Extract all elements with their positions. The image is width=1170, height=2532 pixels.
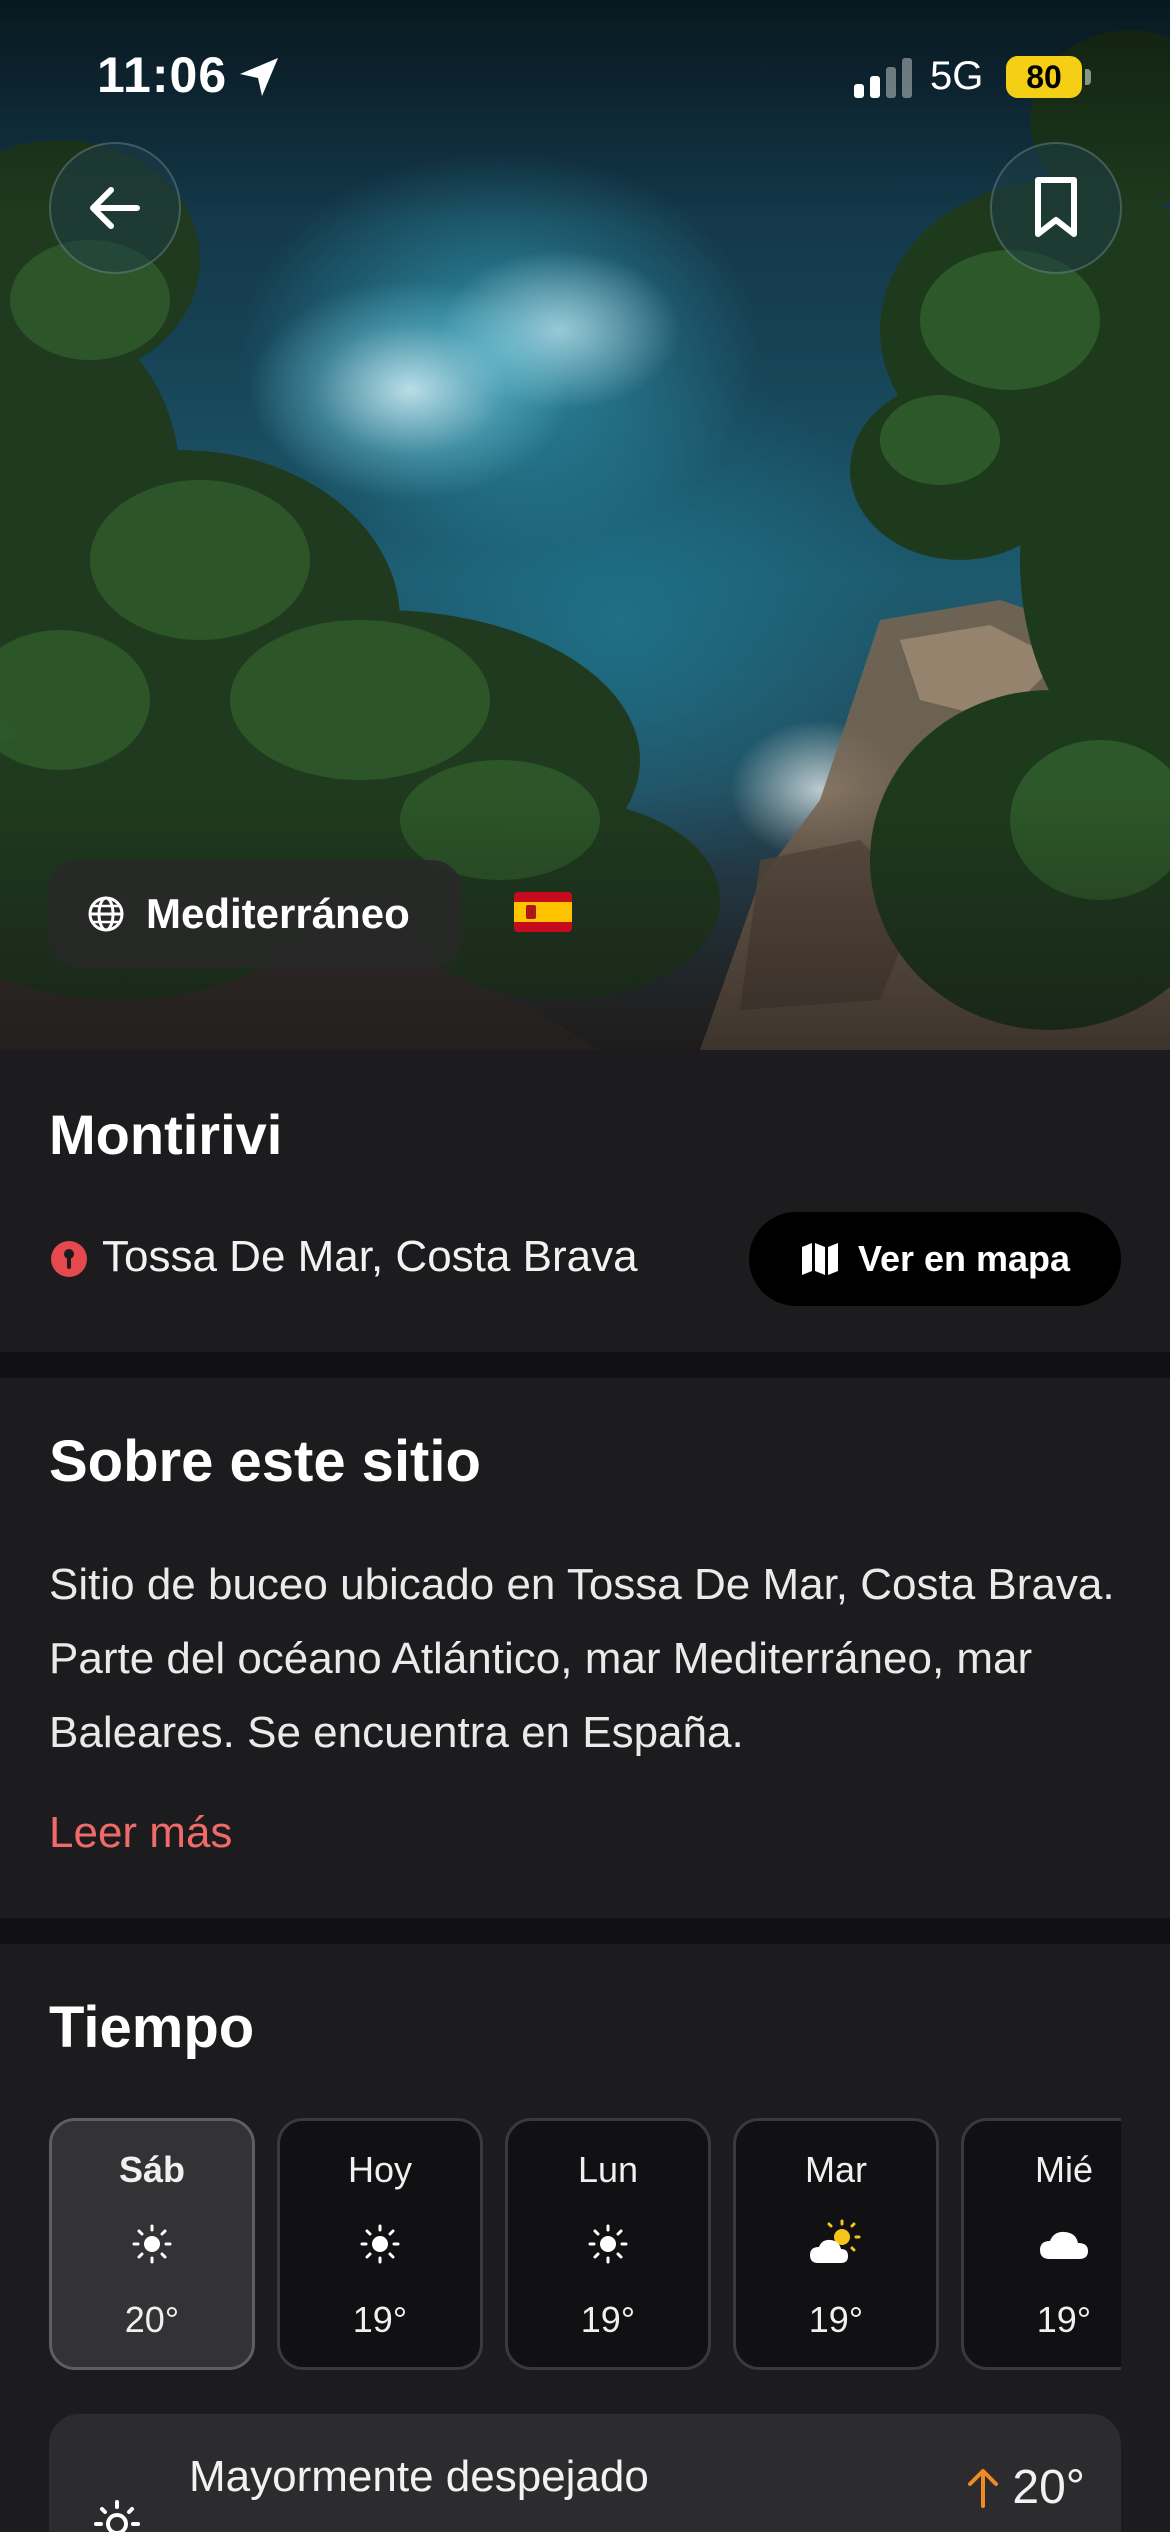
view-on-map-label: Ver en mapa [857, 1238, 1071, 1279]
weather-day-temp: 19° [808, 2299, 864, 2340]
arrow-up-icon [968, 2468, 999, 2508]
about-section: Sobre este sitio Sitio de buceo ubicado … [0, 1378, 1170, 1918]
site-header-card: Montirivi Tossa De Mar, Costa Brava Ver … [0, 1050, 1170, 1352]
section-divider [0, 1352, 1170, 1378]
weather-day-card[interactable]: Hoy 19° [277, 2118, 483, 2370]
signal-icon [854, 58, 912, 98]
region-chip[interactable]: Mediterráneo [48, 860, 462, 968]
weather-day-name: Sáb [118, 2149, 186, 2190]
network-type: 5G [930, 54, 984, 98]
weather-day-card[interactable]: Mié 19° [961, 2118, 1121, 2370]
weather-summary-text: Mayormente despejado [189, 2452, 649, 2501]
weather-day-card[interactable]: Mar 19° [733, 2118, 939, 2370]
location-arrow-icon [240, 58, 278, 96]
region-label: Mediterráneo [146, 890, 410, 937]
bookmark-icon [1035, 177, 1077, 237]
weather-day-name: Mar [805, 2149, 867, 2190]
status-time: 11:06 [97, 47, 228, 103]
partly-cloudy-icon [810, 2219, 861, 2263]
weather-day-card[interactable]: Lun 19° [505, 2118, 711, 2370]
page-title: Montirivi [49, 1103, 283, 1166]
about-description: Sitio de buceo ubicado en Tossa De Mar, … [49, 1560, 1115, 1757]
weather-days-scroller[interactable]: Sáb 20° Hoy 19° Lun 19° Mar 19° Mié 19° [49, 2118, 1121, 2370]
weather-day-name: Lun [577, 2149, 639, 2190]
globe-icon [88, 896, 124, 932]
weather-day-temp: 19° [352, 2299, 408, 2340]
status-bar: 11:06 5G 80 [0, 0, 1170, 150]
weather-day-name: Hoy [347, 2149, 413, 2190]
location-text: Tossa De Mar, Costa Brava [102, 1232, 638, 1281]
back-arrow-icon [90, 187, 140, 229]
weather-heading: Tiempo [49, 1995, 255, 2060]
spain-flag-icon [514, 892, 572, 932]
view-on-map-button[interactable]: Ver en mapa [749, 1212, 1121, 1306]
back-button[interactable] [49, 142, 181, 274]
battery-icon: 80 [1006, 56, 1091, 100]
weather-day-card[interactable]: Sáb 20° [49, 2118, 255, 2370]
about-heading: Sobre este sitio [49, 1429, 481, 1494]
weather-day-name: Mié [1034, 2149, 1093, 2190]
map-icon [801, 1243, 838, 1275]
weather-day-temp: 20° [124, 2299, 180, 2340]
bookmark-button[interactable] [990, 142, 1122, 274]
weather-day-temp: 19° [580, 2299, 636, 2340]
pin-icon [51, 1241, 87, 1277]
cloud-icon [1040, 2231, 1088, 2259]
weather-high-value: 20° [1012, 2461, 1085, 2514]
weather-day-temp: 19° [1036, 2299, 1092, 2340]
sun-icon [132, 2224, 172, 2264]
sun-icon [360, 2224, 400, 2264]
sun-icon [94, 2500, 140, 2532]
battery-percent: 80 [1026, 59, 1062, 95]
weather-high-temp: 20° [966, 2460, 1085, 2515]
read-more-link[interactable]: Leer más [49, 1808, 232, 1858]
weather-summary-card[interactable]: Mayormente despejado 20° [49, 2414, 1121, 2532]
section-divider [0, 1918, 1170, 1944]
weather-section: Tiempo Sáb 20° Hoy 19° Lun 19° Mar 19° M… [0, 1944, 1170, 2532]
sun-icon [588, 2224, 628, 2264]
